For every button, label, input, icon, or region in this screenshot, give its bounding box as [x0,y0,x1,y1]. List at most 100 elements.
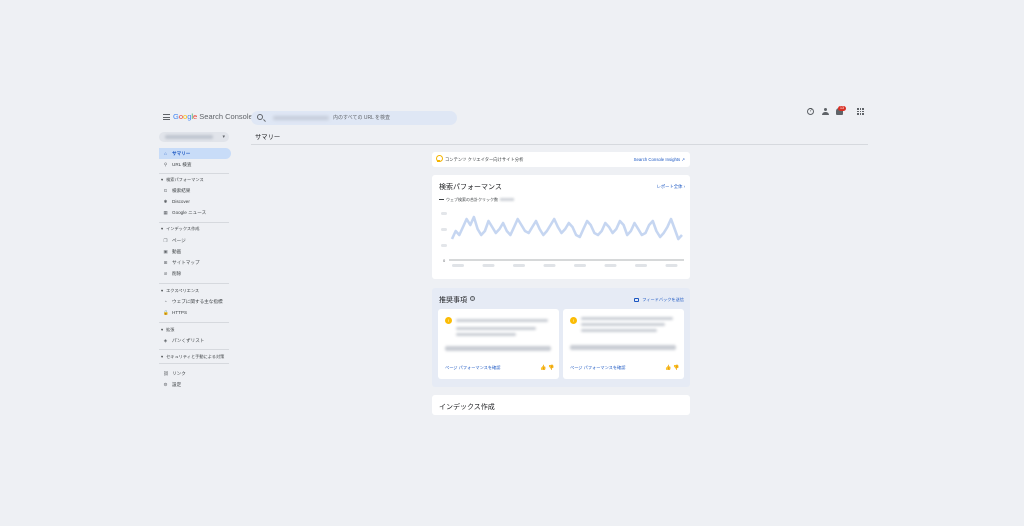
redacted-text [581,317,673,320]
sidebar-item-label: ウェブに関する主な指標 [172,299,223,304]
sidebar-item-search-results[interactable]: G 検索結果 [159,185,231,196]
sidebar-item-label: HTTPS [172,310,188,315]
sidebar-item-pages[interactable]: ❐ ページ [159,235,231,246]
y-tick-redacted [441,228,447,231]
sidebar-item-label: 動画 [172,249,182,254]
recommendation-alert-icon: ! [570,317,577,324]
sidebar-item-discover[interactable]: ✱ Discover [159,196,231,207]
sidebar-item-label: リンク [172,371,186,376]
thumbs-up-icon[interactable]: 👍 [665,366,671,371]
recommendation-alert-icon: ! [445,317,452,324]
sidebar-item-url-inspection[interactable]: ⚲ URL 検査 [159,159,231,170]
sidebar-item-breadcrumbs[interactable]: ◈ パンくずリスト [159,335,231,346]
search-console-logo[interactable]: Google Search Console [173,112,253,121]
search-placeholder: 内のすべての URL を検査 [333,115,391,121]
clicks-series-line [450,215,683,241]
sidebar-item-summary[interactable]: ⌂ サマリー [159,148,231,159]
recommendation-card: ! ページ パフォーマンスを確認 👍 👎 [438,309,559,379]
thumbs-up-icon[interactable]: 👍 [540,366,546,371]
sidebar-item-https[interactable]: 🔒 HTTPS [159,307,231,318]
sidebar-item-label: パンくずリスト [172,338,205,343]
hamburger-menu-icon[interactable] [163,114,170,120]
news-icon: ▦ [163,210,168,215]
sidebar-item-removals[interactable]: ⊘ 削除 [159,268,231,279]
settings-icon: ⚙ [163,382,168,387]
x-axis-labels-redacted [452,264,678,267]
lock-icon: 🔒 [163,310,169,315]
section-experience[interactable]: ▾ エクスペリエンス [161,288,199,294]
full-report-link[interactable]: レポート全体 › [657,184,685,190]
top-bar: Google Search Console 内のすべての URL を検査 ? 1… [157,106,868,130]
home-icon: ⌂ [164,151,167,156]
performance-title: 検索パフォーマンス [439,184,502,191]
recommendations-title: 推奨事項 [439,297,467,304]
insights-tip-card: コンテンツ クリエイター向けサイト分析 Search Console Insig… [432,152,690,167]
sidebar-item-label: Google ニュース [172,210,207,215]
info-icon[interactable]: ? [470,296,475,301]
y-tick-redacted [441,212,447,215]
url-inspection-search-input[interactable]: 内のすべての URL を検査 [251,111,457,125]
links-icon: ⛓ [163,371,169,376]
removal-icon: ⊘ [163,271,168,276]
x-tick-label-redacted [665,264,678,267]
x-tick-label-redacted [635,264,647,267]
sidebar-item-label: Discover [172,199,190,204]
section-enhancements[interactable]: ▾ 拡張 [161,327,175,333]
indexing-title: インデックス作成 [439,404,495,411]
chevron-down-icon: ▾ [222,134,225,140]
sidebar-item-video[interactable]: ▣ 動画 [159,246,231,257]
help-icon[interactable]: ? [807,108,814,115]
y-tick-redacted [441,244,447,247]
performance-card: 検索パフォーマンス レポート全体 › ウェブ検索の合計クリック数 0 [432,175,690,279]
search-console-app: Google Search Console 内のすべての URL を検査 ? 1… [157,106,868,526]
check-page-performance-link[interactable]: ページ パフォーマンスを確認 [570,365,625,371]
series-line-layer [450,215,683,241]
sitemap-icon: ⊞ [163,260,168,265]
redacted-text [456,327,536,330]
discover-icon: ✱ [163,199,168,204]
redacted-text [581,323,665,326]
pages-icon: ❐ [163,238,168,243]
sidebar-item-label: 削除 [172,271,182,276]
thumbs-down-icon[interactable]: 👎 [548,366,554,371]
sidebar-item-label: 検索結果 [172,188,191,193]
legend-swatch [439,199,444,201]
check-page-performance-link[interactable]: ページ パフォーマンスを確認 [445,365,500,371]
x-tick-label-redacted [543,264,556,267]
search-icon [257,114,263,120]
redacted-text [445,346,551,351]
gauge-icon: ◔ [164,299,167,304]
section-performance[interactable]: ▾ 検索パフォーマンス [161,177,204,183]
sidebar-item-links[interactable]: ⛓ リンク [159,368,231,379]
x-tick-label-redacted [513,264,525,267]
notification-badge: 13 [838,106,846,111]
page-title: サマリー [255,134,281,141]
section-indexing[interactable]: ▾ インデックス作成 [161,226,200,232]
thumbs-down-icon[interactable]: 👎 [673,366,679,371]
users-icon[interactable] [822,108,829,115]
search-icon: ⚲ [163,162,168,167]
section-security-manual-actions[interactable]: ▾ セキュリティと手動による対策 [161,354,224,360]
search-console-insights-link[interactable]: Search Console Insights ↗ [634,157,685,163]
sidebar-item-google-news[interactable]: ▦ Google ニュース [159,207,231,218]
recommendation-card: ! ページ パフォーマンスを確認 👍 👎 [563,309,684,379]
sidebar-item-sitemaps[interactable]: ⊞ サイトマップ [159,257,231,268]
divider [159,349,229,350]
google-apps-icon[interactable] [857,108,864,115]
sidebar-item-label: サイトマップ [172,260,200,265]
lightbulb-icon [436,155,443,162]
x-tick-label-redacted [482,264,495,267]
send-feedback-link[interactable]: フィードバックを送信 [634,297,684,303]
divider [159,173,229,174]
y-axis-labels-redacted [441,212,447,247]
sidebar-item-core-web-vitals[interactable]: ◔ ウェブに関する主な指標 [159,296,231,307]
sidebar-item-label: URL 検査 [172,162,192,167]
sidebar-item-settings[interactable]: ⚙ 設定 [159,379,231,390]
property-selector[interactable]: ▾ [159,132,229,142]
x-tick-label-redacted [574,264,586,267]
title-divider [251,144,868,145]
legend-value-redacted [500,198,514,202]
divider [159,283,229,284]
redacted-text [570,345,676,350]
google-g-icon: G [163,188,168,193]
